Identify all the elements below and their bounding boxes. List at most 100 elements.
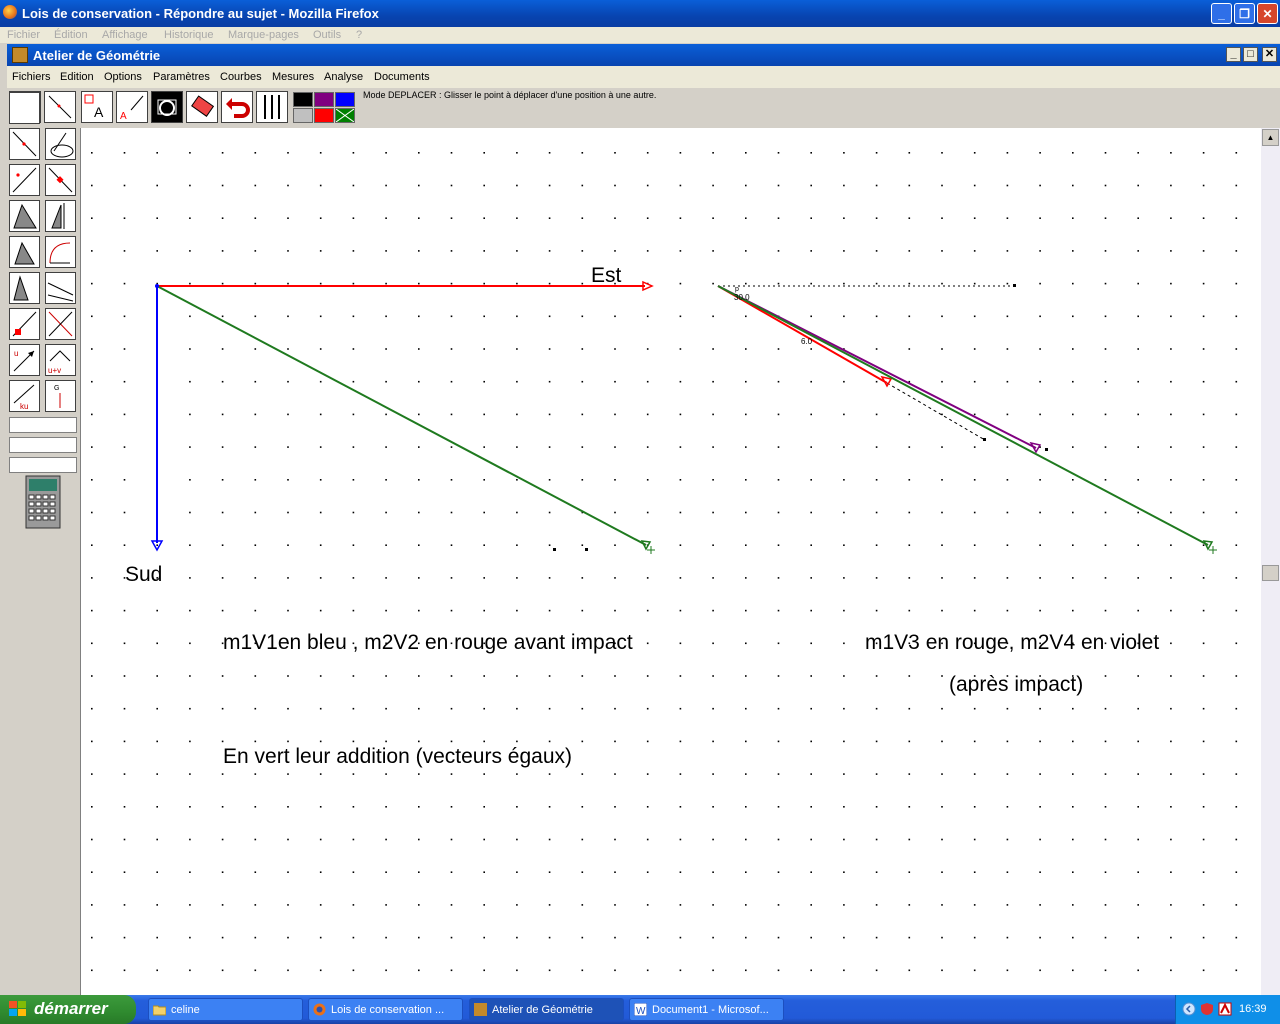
angle-label-30: 30.0 (734, 293, 750, 302)
color-black-swatch[interactable] (293, 92, 313, 107)
browser-title-bar: Lois de conservation - Répondre au sujet… (0, 0, 1280, 27)
geometry-task-icon (474, 1003, 487, 1016)
triangle-tool-icon[interactable] (9, 200, 40, 232)
intersection-tool-icon[interactable] (45, 308, 76, 340)
task-firefox[interactable]: Lois de conservation ... (308, 998, 463, 1021)
start-label: démarrer (34, 999, 108, 1018)
palette-field-2[interactable] (9, 437, 77, 453)
menu-help[interactable]: ? (356, 29, 362, 41)
eraser-tool-icon[interactable] (186, 91, 218, 123)
rotation-tool-icon[interactable] (9, 236, 40, 268)
calculator-icon[interactable] (25, 475, 61, 529)
color-red-swatch[interactable] (314, 108, 334, 123)
svg-text:u+v: u+v (48, 366, 61, 375)
label-est: Est (591, 264, 622, 287)
text-after-impact: (après impact) (949, 673, 1084, 696)
app-close-button[interactable]: ✕ (1262, 47, 1277, 62)
scroll-up-icon[interactable]: ▲ (1262, 129, 1279, 146)
task-celine[interactable]: celine (148, 998, 303, 1021)
menu-affichage[interactable]: Affichage (102, 29, 148, 41)
system-tray: 16:39 (1175, 995, 1280, 1024)
palette-field-3[interactable] (9, 457, 77, 473)
label-tool-icon[interactable]: A (116, 91, 148, 123)
text-tool-icon[interactable]: A (81, 91, 113, 123)
scroll-thumb[interactable] (1262, 565, 1279, 581)
word-icon: W (634, 1003, 647, 1016)
svg-text:G: G (54, 385, 59, 392)
color-grey-swatch[interactable] (293, 108, 313, 123)
menu-edition[interactable]: Édition (54, 29, 88, 41)
line-tool-icon[interactable] (44, 91, 76, 123)
firefox-icon (3, 5, 17, 19)
task-atelier[interactable]: Atelier de Géométrie (469, 998, 624, 1021)
camera-tool-icon[interactable] (151, 91, 183, 123)
close-button[interactable]: ✕ (1257, 3, 1278, 24)
arc-tool-icon[interactable] (45, 236, 76, 268)
color-green-swatch[interactable] (335, 108, 355, 123)
app-menubar: Fichiers Edition Options Paramètres Cour… (7, 66, 1280, 88)
color-violet-swatch[interactable] (314, 92, 334, 107)
dot-grid (91, 152, 1238, 972)
text-after-impact-vectors: m1V3 en rouge, m2V4 en violet (865, 631, 1160, 654)
vector-sum-tool-icon[interactable]: u+v (45, 344, 76, 376)
app-title-bar: Atelier de Géométrie _ □ ✕ (7, 44, 1280, 66)
properties-tool-icon[interactable] (256, 91, 288, 123)
label-sud: Sud (125, 563, 163, 586)
vector-sum-green-left[interactable] (156, 285, 647, 546)
security-shield-icon[interactable] (1200, 1002, 1214, 1016)
palette-field-1[interactable] (9, 417, 77, 433)
menu-marque-pages[interactable]: Marque-pages (228, 29, 299, 41)
menu-historique[interactable]: Historique (164, 29, 214, 41)
browser-window-title: Lois de conservation - Répondre au sujet… (22, 6, 379, 21)
color-blue-swatch[interactable] (335, 92, 355, 107)
menu-outils[interactable]: Outils (313, 29, 341, 41)
svg-text:ku: ku (20, 402, 28, 411)
vector-tool-icon[interactable]: u (9, 344, 40, 376)
geometry-app-icon (12, 47, 28, 63)
menu-courbes[interactable]: Courbes (220, 71, 262, 83)
circle-tool-icon[interactable] (45, 128, 76, 160)
parallel-tool-icon[interactable] (9, 164, 40, 196)
maximize-button[interactable]: ❐ (1234, 3, 1255, 24)
angle-label-6: 6.0 (801, 337, 813, 346)
antivirus-icon[interactable] (1218, 1002, 1232, 1016)
point-tool-icon[interactable] (9, 92, 40, 124)
start-button[interactable]: démarrer (0, 995, 136, 1024)
symmetry-tool-icon[interactable] (45, 200, 76, 232)
app-minimize-button[interactable]: _ (1226, 47, 1241, 62)
minimize-button[interactable]: _ (1211, 3, 1232, 24)
text-green-sum: En vert leur addition (vecteurs égaux) (223, 745, 573, 768)
menu-mesures[interactable]: Mesures (272, 71, 314, 83)
graph-tool-icon[interactable]: G (45, 380, 76, 412)
angle-tool-icon[interactable] (9, 308, 40, 340)
windows-logo-icon (9, 1001, 26, 1016)
app-maximize-button[interactable]: □ (1243, 47, 1258, 62)
drawing-canvas[interactable]: 30.0 6.0 p Est Sud m1V1en bleu , m2V2 en… (80, 128, 1262, 995)
vector-sum-green-right[interactable] (717, 285, 1209, 546)
svg-text:u: u (14, 349, 18, 358)
menu-parametres[interactable]: Paramètres (153, 71, 210, 83)
angle-label-small: p (735, 286, 739, 293)
vector-scale-tool-icon[interactable]: ku (9, 380, 40, 412)
clock: 16:39 (1239, 1003, 1267, 1015)
translation-tool-icon[interactable] (45, 272, 76, 304)
midpoint-tool-icon[interactable] (9, 128, 40, 160)
svg-text:A: A (94, 104, 104, 120)
menu-analyse[interactable]: Analyse (324, 71, 363, 83)
menu-options[interactable]: Options (104, 71, 142, 83)
dashed-extension-line (886, 382, 986, 441)
homothety-tool-icon[interactable] (9, 272, 40, 304)
menu-edition-app[interactable]: Edition (60, 71, 94, 83)
menu-fichier[interactable]: Fichier (7, 29, 40, 41)
app-window-title: Atelier de Géométrie (33, 48, 161, 63)
tray-expand-icon[interactable] (1182, 1002, 1196, 1016)
menu-documents[interactable]: Documents (374, 71, 430, 83)
menu-fichiers[interactable]: Fichiers (12, 71, 51, 83)
task-word[interactable]: W Document1 - Microsof... (629, 998, 784, 1021)
vertical-scrollbar[interactable]: ▲ (1261, 128, 1280, 995)
undo-tool-icon[interactable] (221, 91, 253, 123)
firefox-task-icon (313, 1003, 326, 1016)
perpendicular-tool-icon[interactable] (45, 164, 76, 196)
mode-status-text: Mode DEPLACER : Glisser le point à dépla… (363, 90, 657, 100)
svg-text:A: A (120, 111, 127, 122)
